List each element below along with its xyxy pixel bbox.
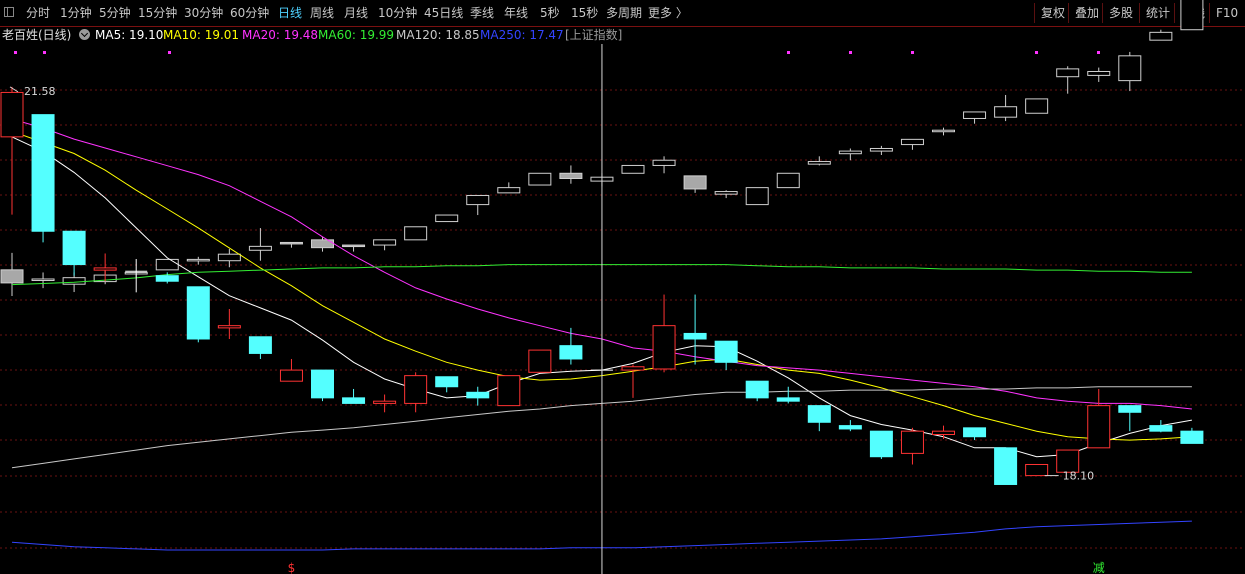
high-price-label: 21.58 (24, 85, 56, 98)
index-candle-body (155, 258, 179, 271)
high-label-pointer (9, 86, 19, 93)
candle-body (155, 275, 179, 282)
index-candle-body (900, 138, 924, 146)
index-candle-body (652, 159, 676, 166)
index-candle-body (373, 239, 397, 246)
candle-body (1087, 405, 1111, 449)
candle-body (807, 405, 831, 423)
kline-chart[interactable]: 21.58 18.10 $ 减 (0, 0, 1245, 574)
index-candle-body (31, 278, 55, 281)
candle-body (217, 325, 241, 329)
index-candle-body (1180, 0, 1204, 31)
index-candle-body (994, 106, 1018, 118)
marker-dot (1035, 51, 1038, 54)
candle-body (373, 400, 397, 404)
index-candle-body (217, 253, 241, 262)
candle-body (1025, 463, 1049, 477)
candle-body (621, 366, 645, 371)
index-candle-body (528, 172, 552, 186)
index-candle-body (963, 111, 987, 119)
marker-dot (1097, 51, 1100, 54)
candle-body (838, 425, 862, 430)
index-candle-body (1025, 98, 1049, 114)
candle-body (62, 230, 86, 266)
candle-body (248, 336, 272, 354)
index-candle-body (186, 258, 210, 262)
candle-body (652, 325, 676, 370)
index-candle-body (1087, 70, 1111, 76)
candle-body (1118, 405, 1142, 413)
candle-body (994, 447, 1018, 485)
candle-body (404, 375, 428, 404)
index-candle-body (745, 187, 769, 206)
index-candle-body (559, 172, 583, 179)
candle-body (93, 267, 117, 271)
candle-body (1149, 425, 1173, 432)
candle-body (776, 397, 800, 402)
index-candle-body (0, 269, 24, 284)
low-price-label: 18.10 (1063, 470, 1095, 483)
candle-body (435, 376, 459, 388)
index-candle-body (1056, 68, 1080, 78)
index-candle-body (62, 277, 86, 285)
marker-dot (787, 51, 790, 54)
marker-dot (14, 51, 17, 54)
candle-body (311, 369, 334, 399)
marker-dot (911, 51, 914, 54)
candle-body (963, 427, 987, 438)
candle-body (279, 369, 303, 382)
index-candle-body (279, 241, 303, 245)
index-candle-body (776, 172, 800, 189)
candle-body (186, 286, 210, 340)
candle-body (1180, 430, 1204, 444)
index-candle-body (342, 244, 366, 248)
index-candle-body (435, 214, 459, 223)
index-candle-body (932, 129, 955, 133)
marker-dot (849, 51, 852, 54)
candle-body (466, 391, 490, 399)
candle-body (683, 332, 707, 340)
index-candle-body (714, 191, 738, 195)
index-candle-body (1118, 55, 1142, 82)
index-candle-body (248, 245, 272, 251)
candle-body (497, 375, 521, 407)
index-candle-body (466, 194, 490, 206)
candle-body (559, 345, 583, 360)
candle-body (714, 340, 738, 363)
index-candle-body (807, 161, 831, 165)
candle-body (528, 349, 552, 373)
index-candle-body (497, 187, 521, 194)
candle-body (932, 430, 955, 436)
index-candle-body (869, 147, 893, 152)
event-marker: 减 (1093, 561, 1105, 574)
candle-body (869, 430, 893, 458)
marker-dot (168, 51, 171, 54)
candle-body (342, 397, 366, 404)
candle-body (900, 430, 924, 454)
marker-dot (43, 51, 46, 54)
candle-body (31, 114, 55, 232)
index-candle-body (621, 164, 645, 174)
index-candle-body (404, 226, 428, 241)
candle-body (745, 380, 769, 399)
candle-body (0, 91, 24, 138)
index-candle-body (683, 175, 707, 190)
index-candle-body (838, 150, 862, 155)
event-marker: $ (288, 561, 296, 574)
index-candle-body (1149, 31, 1173, 41)
